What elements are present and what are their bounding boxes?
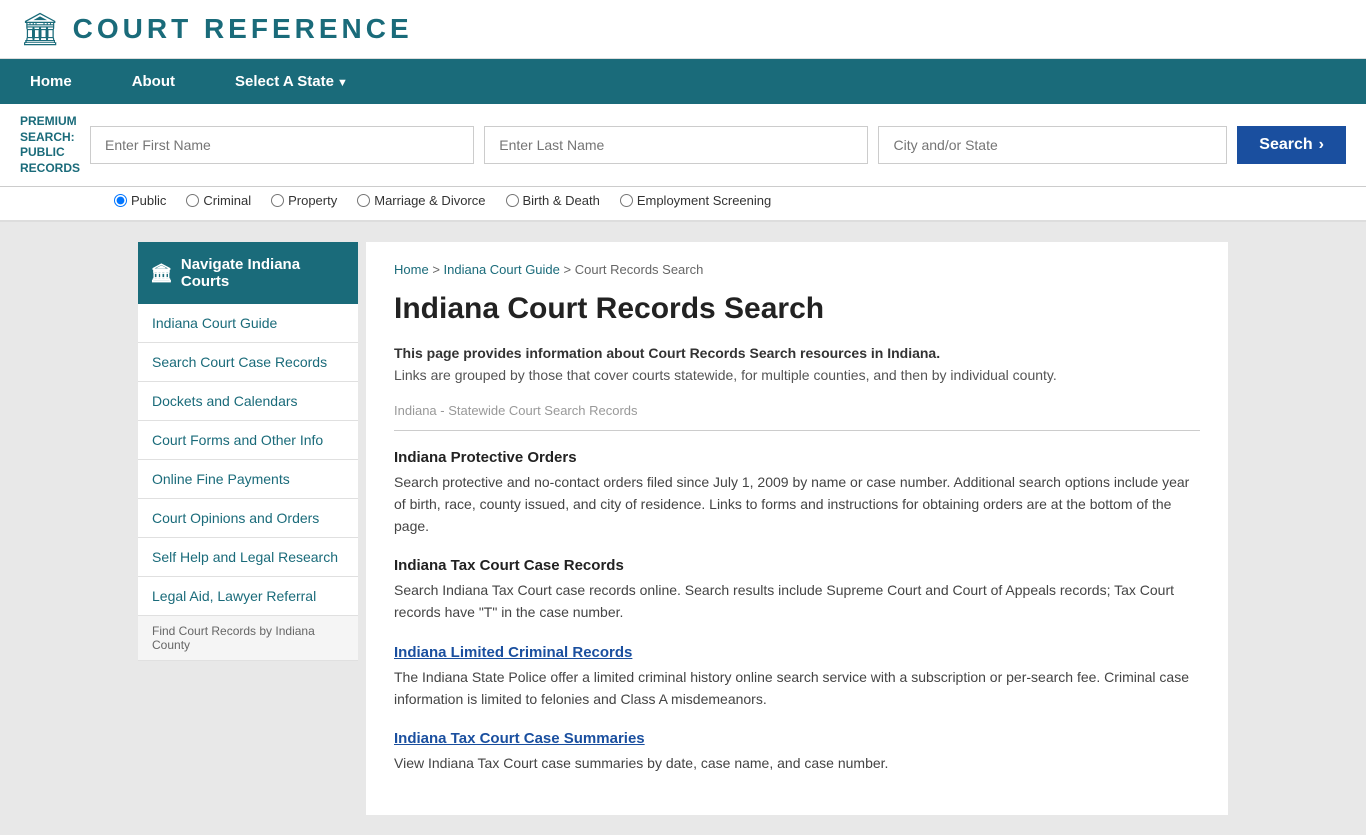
record-body-3: View Indiana Tax Court case summaries by… (394, 753, 1200, 775)
nav-about[interactable]: About (102, 59, 205, 104)
breadcrumb-state-guide[interactable]: Indiana Court Guide (444, 262, 560, 277)
search-label: PREMIUM SEARCH: PUBLIC RECORDS (20, 114, 80, 176)
logo-text: COURT REFERENCE (73, 13, 413, 45)
page-title: Indiana Court Records Search (394, 291, 1200, 327)
record-title-1: Indiana Tax Court Case Records (394, 557, 1200, 574)
record-body-1: Search Indiana Tax Court case records on… (394, 580, 1200, 623)
record-title-2[interactable]: Indiana Limited Criminal Records (394, 644, 1200, 661)
site-header: 🏛 COURT REFERENCE (0, 0, 1366, 59)
sidebar-item-self-help[interactable]: Self Help and Legal Research (138, 538, 358, 577)
sidebar-nav-header[interactable]: 🏛 Navigate Indiana Courts (138, 242, 358, 304)
search-type-options: Public Criminal Property Marriage & Divo… (0, 187, 1366, 222)
search-bar: PREMIUM SEARCH: PUBLIC RECORDS Search › (0, 104, 1366, 187)
city-state-input[interactable] (878, 126, 1227, 164)
sidebar-nav-header-label: Navigate Indiana Courts (181, 256, 346, 290)
record-entry-0: Indiana Protective Orders Search protect… (394, 449, 1200, 537)
section-divider (394, 430, 1200, 431)
radio-birth-death[interactable]: Birth & Death (506, 193, 600, 208)
intro-bold: This page provides information about Cou… (394, 345, 1200, 361)
sidebar-item-court-guide[interactable]: Indiana Court Guide (138, 304, 358, 343)
record-title-0: Indiana Protective Orders (394, 449, 1200, 466)
main-content: 🏛 Navigate Indiana Courts Indiana Court … (138, 242, 1228, 815)
radio-public[interactable]: Public (114, 193, 166, 208)
radio-property[interactable]: Property (271, 193, 337, 208)
record-entry-1: Indiana Tax Court Case Records Search In… (394, 557, 1200, 623)
search-button[interactable]: Search › (1237, 126, 1346, 164)
sidebar-item-dockets-calendars[interactable]: Dockets and Calendars (138, 382, 358, 421)
sidebar: 🏛 Navigate Indiana Courts Indiana Court … (138, 242, 358, 815)
record-body-0: Search protective and no-contact orders … (394, 472, 1200, 537)
radio-employment[interactable]: Employment Screening (620, 193, 771, 208)
last-name-input[interactable] (484, 126, 868, 164)
statewide-section-label: Indiana - Statewide Court Search Records (394, 403, 1200, 418)
nav-select-state[interactable]: Select A State (205, 59, 378, 104)
radio-criminal[interactable]: Criminal (186, 193, 251, 208)
logo-icon: 🏛 (20, 10, 61, 48)
sidebar-item-legal-aid[interactable]: Legal Aid, Lawyer Referral (138, 577, 358, 616)
nav-home[interactable]: Home (0, 59, 102, 104)
intro-text: Links are grouped by those that cover co… (394, 367, 1200, 383)
sidebar-court-icon: 🏛 (150, 263, 173, 284)
radio-marriage-divorce[interactable]: Marriage & Divorce (357, 193, 485, 208)
sidebar-item-court-forms[interactable]: Court Forms and Other Info (138, 421, 358, 460)
breadcrumb-current: Court Records Search (575, 262, 704, 277)
main-nav: Home About Select A State (0, 59, 1366, 104)
record-body-2: The Indiana State Police offer a limited… (394, 667, 1200, 710)
sidebar-item-search-case-records[interactable]: Search Court Case Records (138, 343, 358, 382)
record-title-3[interactable]: Indiana Tax Court Case Summaries (394, 730, 1200, 747)
first-name-input[interactable] (90, 126, 474, 164)
sidebar-item-online-fine-payments[interactable]: Online Fine Payments (138, 460, 358, 499)
sidebar-county-label: Find Court Records by Indiana County (138, 616, 358, 661)
breadcrumb: Home > Indiana Court Guide > Court Recor… (394, 262, 1200, 277)
record-entry-3: Indiana Tax Court Case Summaries View In… (394, 730, 1200, 775)
content-area: Home > Indiana Court Guide > Court Recor… (366, 242, 1228, 815)
sidebar-item-court-opinions[interactable]: Court Opinions and Orders (138, 499, 358, 538)
breadcrumb-home[interactable]: Home (394, 262, 429, 277)
record-entry-2: Indiana Limited Criminal Records The Ind… (394, 644, 1200, 710)
